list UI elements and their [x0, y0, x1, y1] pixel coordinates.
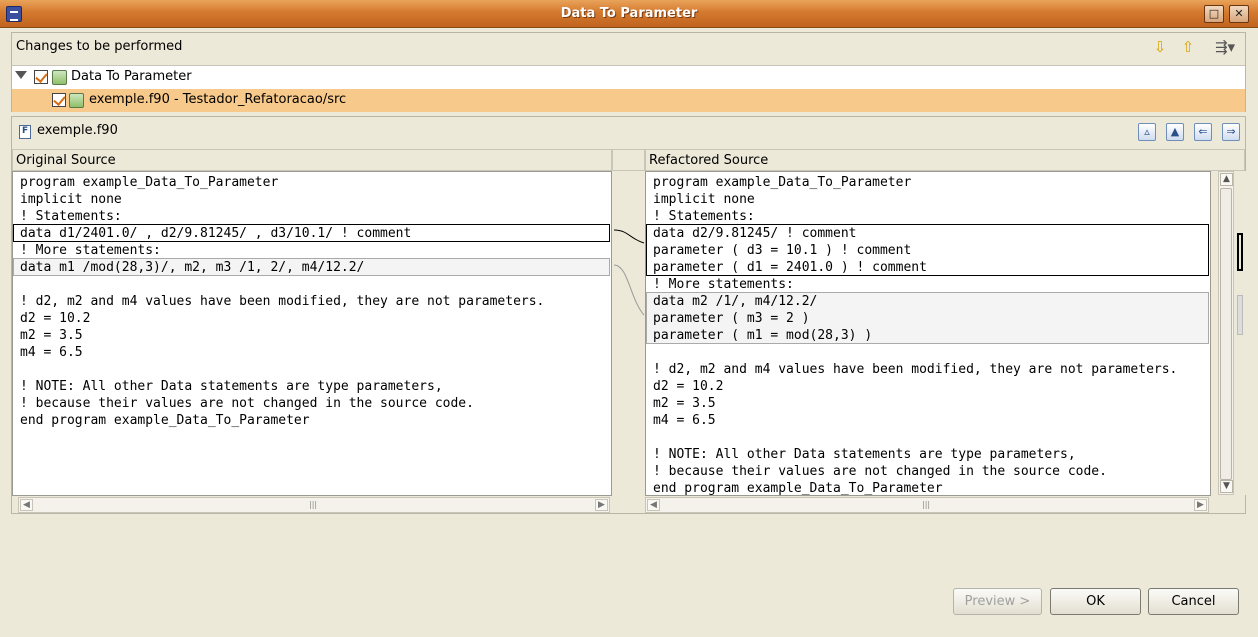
arrow-up-icon[interactable]: ⇧ [1179, 38, 1197, 56]
tree-row-file[interactable]: exemple.f90 - Testador_Refatoracao/src [12, 89, 1245, 112]
scroll-grip: ||| [922, 500, 931, 509]
checkbox-file[interactable] [52, 93, 66, 107]
code-line: program example_Data_To_Parameter [653, 175, 912, 190]
tree-label: exemple.f90 - Testador_Refatoracao/src [89, 92, 347, 107]
scroll-left-icon[interactable]: ◀ [647, 499, 660, 511]
code-line: m2 = 3.5 [653, 396, 716, 411]
code-line: d2 = 10.2 [653, 379, 724, 394]
code-line: implicit none [653, 192, 755, 207]
changes-panel: Changes to be performed ⇩ ⇧ ⇶▾ Data To P… [11, 32, 1246, 112]
scroll-thumb[interactable] [1220, 188, 1232, 480]
code-line: ! More statements: [20, 243, 161, 258]
maximize-button[interactable]: □ [1204, 5, 1224, 23]
code-line: ! because their values are not changed i… [20, 396, 474, 411]
code-line: ! Statements: [653, 209, 755, 224]
code-line: data m1 /mod(28,3)/, m2, m3 /1, 2/, m4/1… [20, 260, 365, 275]
scroll-down-icon[interactable]: ▼ [1220, 480, 1233, 493]
left-pane-header: Original Source [12, 149, 612, 171]
scroll-left-icon[interactable]: ◀ [20, 499, 33, 511]
scroll-grip: ||| [309, 500, 318, 509]
code-line: data d2/9.81245/ ! comment [653, 226, 857, 241]
center-gutter-header [612, 149, 645, 171]
code-line: ! More statements: [653, 277, 794, 292]
code-line: data m2 /1/, m4/12.2/ [653, 294, 818, 309]
code-line: parameter ( d3 = 10.1 ) ! comment [653, 243, 912, 258]
refactoring-icon [52, 70, 67, 85]
code-line: ! d2, m2 and m4 values have been modifie… [20, 294, 545, 309]
code-line: m4 = 6.5 [20, 345, 83, 360]
original-source-pane[interactable]: program example_Data_To_Parameterimplici… [12, 171, 612, 496]
compare-panel: exemple.f90 ▵ ▲ ⇐ ⇒ Original Source Refa… [11, 116, 1247, 514]
code-line: ! because their values are not changed i… [653, 464, 1107, 479]
preview-button[interactable]: Preview > [953, 588, 1042, 615]
code-line: end program example_Data_To_Parameter [653, 481, 943, 496]
copy-left-icon[interactable]: ⇐ [1194, 123, 1212, 141]
file-change-icon [69, 93, 84, 108]
code-line: d2 = 10.2 [20, 311, 91, 326]
code-line: parameter ( m3 = 2 ) [653, 311, 810, 326]
code-line: parameter ( d1 = 2401.0 ) ! comment [653, 260, 927, 275]
cancel-button[interactable]: Cancel [1148, 588, 1239, 615]
overview-ruler[interactable] [1235, 171, 1247, 495]
code-line: ! Statements: [20, 209, 122, 224]
diff-connector [613, 229, 645, 316]
changes-title: Changes to be performed [16, 39, 183, 54]
code-line: parameter ( m1 = mod(28,3) ) [653, 328, 873, 343]
code-line: ! NOTE: All other Data statements are ty… [20, 379, 443, 394]
previous-difference-icon[interactable]: ▲ [1166, 123, 1184, 141]
code-line: program example_Data_To_Parameter [20, 175, 279, 190]
tree-row-refactoring[interactable]: Data To Parameter [12, 66, 1245, 89]
code-line: data d1/2401.0/ , d2/9.81245/ , d3/10.1/… [20, 226, 412, 241]
arrow-down-icon[interactable]: ⇩ [1151, 38, 1169, 56]
right-pane-header: Refactored Source [645, 149, 1245, 171]
right-horizontal-scrollbar[interactable]: ◀ ||| ▶ [645, 497, 1209, 513]
next-difference-icon[interactable]: ▵ [1138, 123, 1156, 141]
close-button[interactable]: ✕ [1229, 5, 1249, 23]
copy-right-icon[interactable]: ⇒ [1222, 123, 1240, 141]
vertical-scrollbar[interactable]: ▲ ▼ [1218, 171, 1234, 495]
compare-file-name: exemple.f90 [37, 123, 118, 138]
scroll-right-icon[interactable]: ▶ [1194, 499, 1207, 511]
left-horizontal-scrollbar[interactable]: ◀ ||| ▶ [18, 497, 610, 513]
window-title: Data To Parameter [560, 6, 698, 21]
code-line: m2 = 3.5 [20, 328, 83, 343]
scroll-right-icon[interactable]: ▶ [595, 499, 608, 511]
changes-tree: Data To Parameter exemple.f90 - Testador… [12, 65, 1245, 112]
title-bar: Data To Parameter □ ✕ [0, 0, 1258, 28]
code-line: end program example_Data_To_Parameter [20, 413, 310, 428]
layout-menu-icon[interactable]: ⇶▾ [1211, 38, 1239, 56]
refactored-source-pane[interactable]: program example_Data_To_Parameterimplici… [645, 171, 1211, 496]
code-line: m4 = 6.5 [653, 413, 716, 428]
fortran-file-icon [19, 125, 31, 139]
code-line: ! d2, m2 and m4 values have been modifie… [653, 362, 1178, 377]
tree-label: Data To Parameter [71, 69, 192, 84]
code-line: ! NOTE: All other Data statements are ty… [653, 447, 1076, 462]
checkbox-refactoring[interactable] [34, 70, 48, 84]
scroll-up-icon[interactable]: ▲ [1220, 173, 1233, 186]
code-line: implicit none [20, 192, 122, 207]
ok-button[interactable]: OK [1050, 588, 1141, 615]
expand-icon[interactable] [15, 71, 27, 79]
